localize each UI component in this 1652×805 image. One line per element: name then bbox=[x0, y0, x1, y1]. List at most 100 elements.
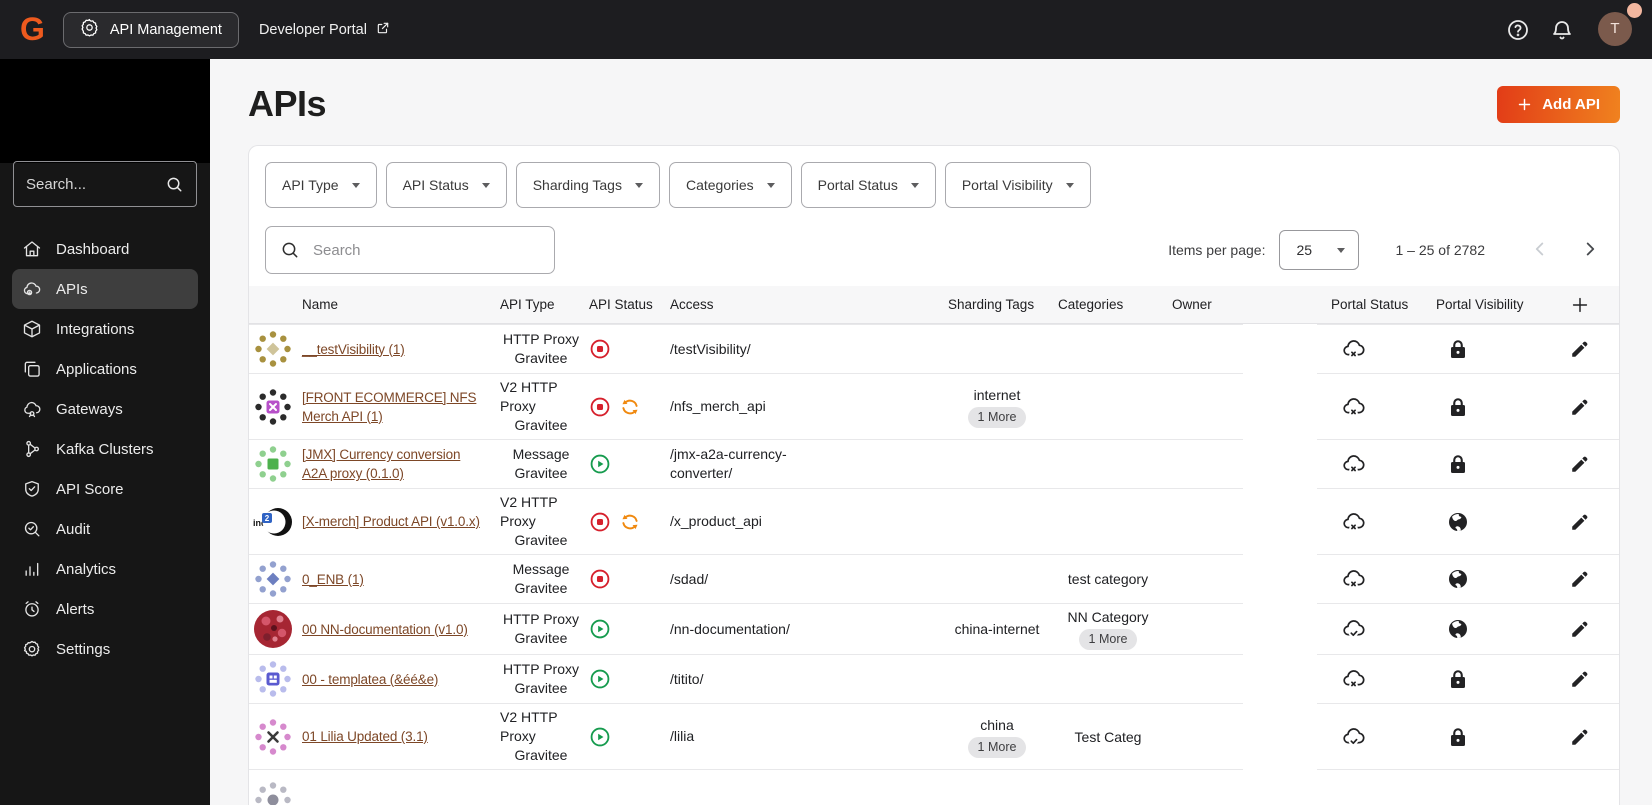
api-avatar bbox=[249, 324, 297, 373]
table-row: ine 2 [X-merch] Product API (v1.0.x) V2 … bbox=[249, 488, 1619, 554]
api-name-link[interactable]: 01 Lilia Updated (3.1) bbox=[302, 727, 428, 746]
api-name-link[interactable]: 00 NN-documentation (v1.0) bbox=[302, 620, 468, 639]
sidebar-item-label: Kafka Clusters bbox=[56, 440, 154, 458]
api-name-link[interactable]: __testVisibility (1) bbox=[302, 340, 405, 359]
developer-portal-link[interactable]: Developer Portal bbox=[259, 21, 390, 39]
sidebar-nav: Dashboard APIs Integrations Applications… bbox=[0, 229, 210, 669]
sidebar-item-apis[interactable]: APIs bbox=[12, 269, 198, 309]
sidebar-item-label: Gateways bbox=[56, 400, 123, 418]
edit-api-button[interactable] bbox=[1569, 667, 1593, 691]
cube-icon bbox=[23, 320, 41, 338]
table-row: 00 NN-documentation (v1.0) HTTP Proxy Gra… bbox=[249, 603, 1619, 654]
help-icon[interactable] bbox=[1506, 18, 1530, 42]
notifications-bell-icon[interactable] bbox=[1550, 18, 1574, 42]
sidebar-item-audit[interactable]: Audit bbox=[12, 509, 198, 549]
api-avatar: ine 2 bbox=[249, 488, 297, 554]
started-status-icon bbox=[590, 669, 610, 689]
owner-cell bbox=[1158, 603, 1243, 654]
edit-api-button[interactable] bbox=[1569, 337, 1593, 361]
shield-check-icon bbox=[25, 481, 39, 497]
edit-icon bbox=[1572, 571, 1588, 587]
api-name-link[interactable]: 0_ENB (1) bbox=[302, 570, 364, 589]
table-search[interactable] bbox=[265, 226, 555, 274]
more-badge: 1 More bbox=[967, 406, 1027, 428]
filter-categories[interactable]: Categories bbox=[668, 162, 792, 208]
lock-icon bbox=[1451, 397, 1465, 416]
sidebar-search-input[interactable] bbox=[26, 175, 157, 193]
portal-status-cell bbox=[1317, 488, 1422, 554]
edit-api-button[interactable] bbox=[1569, 395, 1593, 419]
edit-icon bbox=[1572, 341, 1588, 357]
gear-icon bbox=[23, 640, 40, 657]
lock-icon bbox=[1451, 670, 1465, 688]
stopped-status-icon bbox=[590, 339, 610, 359]
table-header: Name API Type API Status Access Sharding… bbox=[249, 286, 1619, 324]
api-name-link[interactable]: 00 - templatea (&éé&e) bbox=[302, 670, 438, 689]
edit-api-button[interactable] bbox=[1569, 510, 1593, 534]
table-search-input[interactable] bbox=[313, 241, 540, 259]
sidebar-item-gateways[interactable]: Gateways bbox=[12, 389, 198, 429]
edit-api-button[interactable] bbox=[1569, 567, 1593, 591]
column-header-portal-visibility: Portal Visibility bbox=[1436, 297, 1524, 312]
edit-api-button[interactable] bbox=[1569, 452, 1593, 476]
sidebar-item-dashboard[interactable]: Dashboard bbox=[12, 229, 198, 269]
next-page-button[interactable] bbox=[1577, 237, 1603, 263]
api-table-body: __testVisibility (1) HTTP Proxy Gravitee … bbox=[249, 324, 1619, 805]
items-per-page-value: 25 bbox=[1296, 242, 1313, 258]
stopped-status-icon bbox=[590, 569, 610, 589]
sharding-tag: china bbox=[980, 716, 1014, 733]
sidebar-item-label: Alerts bbox=[56, 600, 95, 618]
sidebar-search[interactable] bbox=[13, 161, 197, 207]
add-column-button[interactable] bbox=[1569, 293, 1593, 317]
api-status-cell bbox=[582, 373, 662, 439]
previous-page-button[interactable] bbox=[1527, 237, 1553, 263]
alarm-icon bbox=[25, 601, 39, 617]
cloud-gear-icon bbox=[23, 282, 41, 296]
categories-cell: test category bbox=[1046, 554, 1158, 603]
user-avatar[interactable]: T bbox=[1598, 11, 1632, 46]
home-icon bbox=[23, 241, 41, 257]
sidebar-logo-block bbox=[0, 59, 210, 163]
sharding-tag: china-internet bbox=[954, 621, 1040, 637]
chevron-down-icon bbox=[1065, 182, 1074, 188]
sidebar-item-alerts[interactable]: Alerts bbox=[12, 589, 198, 629]
sidebar-item-applications[interactable]: Applications bbox=[12, 349, 198, 389]
filter-label: API Type bbox=[282, 177, 339, 193]
sharding-tags-cell bbox=[944, 488, 1046, 554]
filter-label: Categories bbox=[685, 177, 754, 193]
owner-cell bbox=[1158, 703, 1243, 769]
category: NN Category bbox=[1067, 609, 1149, 625]
edit-api-button[interactable] bbox=[1569, 725, 1593, 749]
api-name-link[interactable]: [X-merch] Product API (v1.0.x) bbox=[302, 512, 480, 531]
categories-cell bbox=[1046, 324, 1158, 373]
row-spacer bbox=[1243, 769, 1317, 805]
sidebar-item-integrations[interactable]: Integrations bbox=[12, 309, 198, 349]
edit-icon bbox=[1572, 621, 1588, 637]
sidebar-item-kafka-clusters[interactable]: Kafka Clusters bbox=[12, 429, 198, 469]
filter-api-status[interactable]: API Status bbox=[385, 162, 507, 208]
sharding-tags-cell bbox=[944, 654, 1046, 703]
filter-sharding-tags[interactable]: Sharding Tags bbox=[515, 162, 660, 208]
app-switcher-button[interactable]: API Management bbox=[62, 11, 239, 48]
column-header-owner: Owner bbox=[1172, 297, 1212, 312]
api-name-link[interactable]: [FRONT ECOMMERCE] NFS Merch API (1) bbox=[302, 388, 484, 426]
add-api-button[interactable]: Add API bbox=[1497, 85, 1620, 123]
edit-api-button[interactable] bbox=[1569, 617, 1593, 641]
items-per-page-select[interactable]: 25 bbox=[1279, 230, 1360, 270]
globe-icon bbox=[1449, 620, 1467, 638]
filter-portal-visibility[interactable]: Portal Visibility bbox=[944, 162, 1091, 208]
sharding-tags-cell bbox=[944, 554, 1046, 603]
sidebar-item-analytics[interactable]: Analytics bbox=[12, 549, 198, 589]
lock-icon bbox=[1451, 340, 1465, 358]
filter-api-type[interactable]: API Type bbox=[265, 162, 377, 208]
edit-icon bbox=[1572, 456, 1588, 472]
api-name-link[interactable]: [JMX] Currency conversion A2A proxy (0.1… bbox=[302, 445, 484, 483]
portal-status-cell bbox=[1317, 603, 1422, 654]
chevron-down-icon bbox=[766, 182, 775, 188]
column-header-sharding-tags: Sharding Tags bbox=[948, 297, 1035, 312]
sidebar-item-settings[interactable]: Settings bbox=[12, 629, 198, 669]
filter-portal-status[interactable]: Portal Status bbox=[800, 162, 936, 208]
sidebar-item-api-score[interactable]: API Score bbox=[12, 469, 198, 509]
api-access-cell: /jmx-a2a-currency-converter/ bbox=[662, 439, 944, 488]
sidebar-item-label: Audit bbox=[56, 520, 91, 538]
